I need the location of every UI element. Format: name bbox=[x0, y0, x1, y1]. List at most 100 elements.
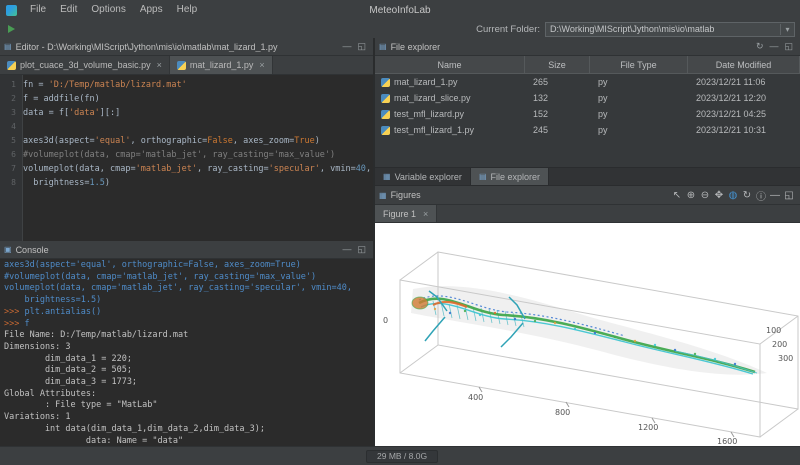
code-editor[interactable]: 1fn = 'D:/Temp/matlab/lizard.mat'2f = ad… bbox=[0, 75, 373, 241]
editor-header-tools: — ◱ bbox=[339, 41, 369, 52]
console-line: brightness=1.5) bbox=[4, 295, 369, 307]
console-line: Variations: 1 bbox=[4, 412, 369, 424]
x-tick-1600: 1600 bbox=[717, 437, 737, 446]
console-line: : File type = "MatLab" bbox=[4, 400, 369, 412]
code-line: 5axes3d(aspect='equal', orthographic=Fal… bbox=[0, 134, 373, 148]
console-line: Dimensions: 3 bbox=[4, 342, 369, 354]
console-line: >>> f bbox=[4, 319, 369, 331]
rotate-icon[interactable]: ↻ bbox=[740, 190, 754, 201]
globe-icon[interactable]: ◍ bbox=[726, 190, 740, 201]
left-column: ▤ Editor - D:\Working\MIScript\Jython\mi… bbox=[0, 38, 373, 447]
menu-help[interactable]: Help bbox=[170, 0, 205, 20]
console-icon: ▣ bbox=[4, 245, 12, 254]
code-line: 1fn = 'D:/Temp/matlab/lizard.mat' bbox=[0, 78, 373, 92]
file-explorer-icon: ▤ bbox=[479, 172, 487, 181]
memory-indicator[interactable]: 29 MB / 8.0G bbox=[366, 450, 438, 463]
current-folder-label: Current Folder: bbox=[476, 24, 540, 35]
tab-variable-explorer[interactable]: ▦ Variable explorer bbox=[375, 168, 471, 185]
code-line: 6#volumeplot(data, cmap='matlab_jet', ra… bbox=[0, 148, 373, 162]
column-header-date[interactable]: Date Modified bbox=[688, 56, 800, 73]
console-line: volumeplot(data, cmap='matlab_jet', ray_… bbox=[4, 283, 369, 295]
minimize-icon[interactable]: — bbox=[766, 41, 781, 52]
code-line: 8 brightness=1.5) bbox=[0, 176, 373, 190]
python-file-icon bbox=[381, 78, 390, 87]
file-table-header: Name Size File Type Date Modified bbox=[375, 56, 800, 74]
float-icon[interactable]: ◱ bbox=[781, 41, 796, 52]
axis-ticks bbox=[479, 387, 734, 437]
menu-edit[interactable]: Edit bbox=[53, 0, 84, 20]
close-icon[interactable]: × bbox=[259, 60, 264, 70]
console-output[interactable]: axes3d(aspect='equal', orthographic=Fals… bbox=[0, 259, 373, 447]
menu-options[interactable]: Options bbox=[84, 0, 132, 20]
python-file-icon bbox=[7, 61, 16, 70]
console-line: dim_data_2 = 505; bbox=[4, 365, 369, 377]
tab-label: plot_cuace_3d_volume_basic.py bbox=[20, 60, 151, 70]
console-line: Global Attributes: bbox=[4, 389, 369, 401]
float-icon[interactable]: ◱ bbox=[782, 190, 796, 201]
file-explorer-tools: ↻ — ◱ bbox=[753, 41, 796, 52]
tab-file-explorer[interactable]: ▤ File explorer bbox=[471, 168, 549, 185]
console-line: dim_data_3 = 1773; bbox=[4, 377, 369, 389]
console-panel-title: Console bbox=[16, 245, 49, 255]
y-tick-300: 300 bbox=[778, 354, 793, 363]
minimize-icon[interactable]: — bbox=[339, 41, 354, 52]
refresh-icon[interactable]: ↻ bbox=[753, 41, 767, 52]
float-icon[interactable]: ◱ bbox=[354, 41, 369, 52]
select-icon[interactable]: ↖ bbox=[670, 190, 684, 201]
float-icon[interactable]: ◱ bbox=[354, 244, 369, 255]
close-icon[interactable]: × bbox=[423, 209, 428, 219]
y-tick-200: 200 bbox=[772, 340, 787, 349]
tab-label: mat_lizard_1.py bbox=[190, 60, 254, 70]
file-row[interactable]: mat_lizard_1.py265py2023/12/21 11:06 bbox=[375, 74, 800, 90]
tab-figure-1[interactable]: Figure 1 × bbox=[375, 205, 437, 222]
tab-label: File explorer bbox=[491, 172, 541, 182]
console-line: int data(dim_data_1,dim_data_2,dim_data_… bbox=[4, 424, 369, 436]
figures-panel-header: ▦ Figures ↖ ⊕ ⊖ ✥ ◍ ↻ ⓘ — ◱ bbox=[375, 186, 800, 205]
x-tick-1200: 1200 bbox=[638, 423, 658, 432]
file-row[interactable]: test_mfl_lizard.py152py2023/12/21 04:25 bbox=[375, 106, 800, 122]
tab-plot-cuace-3d-volume-basic[interactable]: plot_cuace_3d_volume_basic.py × bbox=[0, 56, 170, 74]
tab-mat-lizard-1[interactable]: mat_lizard_1.py × bbox=[170, 56, 273, 74]
current-folder-group: Current Folder: D:\Working\MIScript\Jyth… bbox=[476, 22, 795, 37]
info-icon[interactable]: ⓘ bbox=[754, 188, 768, 203]
code-line: 7volumeplot(data, cmap='matlab_jet', ray… bbox=[0, 162, 373, 176]
menubar: File Edit Options Apps Help MeteoInfoLab bbox=[0, 0, 800, 21]
console-panel-header: ▣ Console — ◱ bbox=[0, 241, 373, 259]
tab-label: Variable explorer bbox=[395, 172, 462, 182]
file-list: mat_lizard_1.py265py2023/12/21 11:06mat_… bbox=[375, 74, 800, 138]
menu-apps[interactable]: Apps bbox=[133, 0, 170, 20]
run-script-button[interactable] bbox=[8, 25, 15, 33]
python-file-icon bbox=[381, 126, 390, 135]
zoom-out-icon[interactable]: ⊖ bbox=[698, 190, 712, 201]
file-row[interactable]: test_mfl_lizard_1.py245py2023/12/21 10:3… bbox=[375, 122, 800, 138]
minimize-icon[interactable]: — bbox=[768, 190, 782, 201]
explorer-tab-bar: ▦ Variable explorer ▤ File explorer bbox=[375, 167, 800, 186]
pan-icon[interactable]: ✥ bbox=[712, 190, 726, 201]
main-area: ▤ Editor - D:\Working\MIScript\Jython\mi… bbox=[0, 38, 800, 447]
menu-file[interactable]: File bbox=[23, 0, 53, 20]
minimize-icon[interactable]: — bbox=[339, 244, 354, 255]
current-folder-combobox[interactable]: D:\Working\MIScript\Jython\mis\io\matlab… bbox=[545, 22, 795, 37]
figure-canvas[interactable]: 400 800 1200 1600 100 200 300 0 bbox=[375, 223, 800, 447]
file-row[interactable]: mat_lizard_slice.py132py2023/12/21 12:20 bbox=[375, 90, 800, 106]
close-icon[interactable]: × bbox=[157, 60, 162, 70]
right-column: ▤ File explorer ↻ — ◱ Name Size File Typ… bbox=[375, 38, 800, 447]
editor-icon: ▤ bbox=[4, 42, 12, 51]
code-line: 3data = f['data'][:] bbox=[0, 106, 373, 120]
figures-panel-title: Figures bbox=[391, 190, 421, 200]
editor-panel-title: Editor - D:\Working\MIScript\Jython\mis\… bbox=[16, 42, 278, 52]
chevron-down-icon[interactable]: ▾ bbox=[780, 24, 794, 35]
zoom-in-icon[interactable]: ⊕ bbox=[684, 190, 698, 201]
column-header-filetype[interactable]: File Type bbox=[590, 56, 688, 73]
python-file-icon bbox=[177, 61, 186, 70]
folder-icon: ▤ bbox=[379, 42, 387, 51]
file-explorer-header: ▤ File explorer ↻ — ◱ bbox=[375, 38, 800, 56]
y-tick-100: 100 bbox=[766, 326, 781, 335]
column-header-name[interactable]: Name bbox=[375, 56, 525, 73]
column-header-size[interactable]: Size bbox=[525, 56, 590, 73]
x-tick-800: 800 bbox=[555, 408, 570, 417]
code-line: 2f = addfile(fn) bbox=[0, 92, 373, 106]
editor-tab-bar: plot_cuace_3d_volume_basic.py × mat_liza… bbox=[0, 56, 373, 75]
figures-toolbar: ↖ ⊕ ⊖ ✥ ◍ ↻ ⓘ — ◱ bbox=[670, 188, 796, 203]
console-line: axes3d(aspect='equal', orthographic=Fals… bbox=[4, 260, 369, 272]
